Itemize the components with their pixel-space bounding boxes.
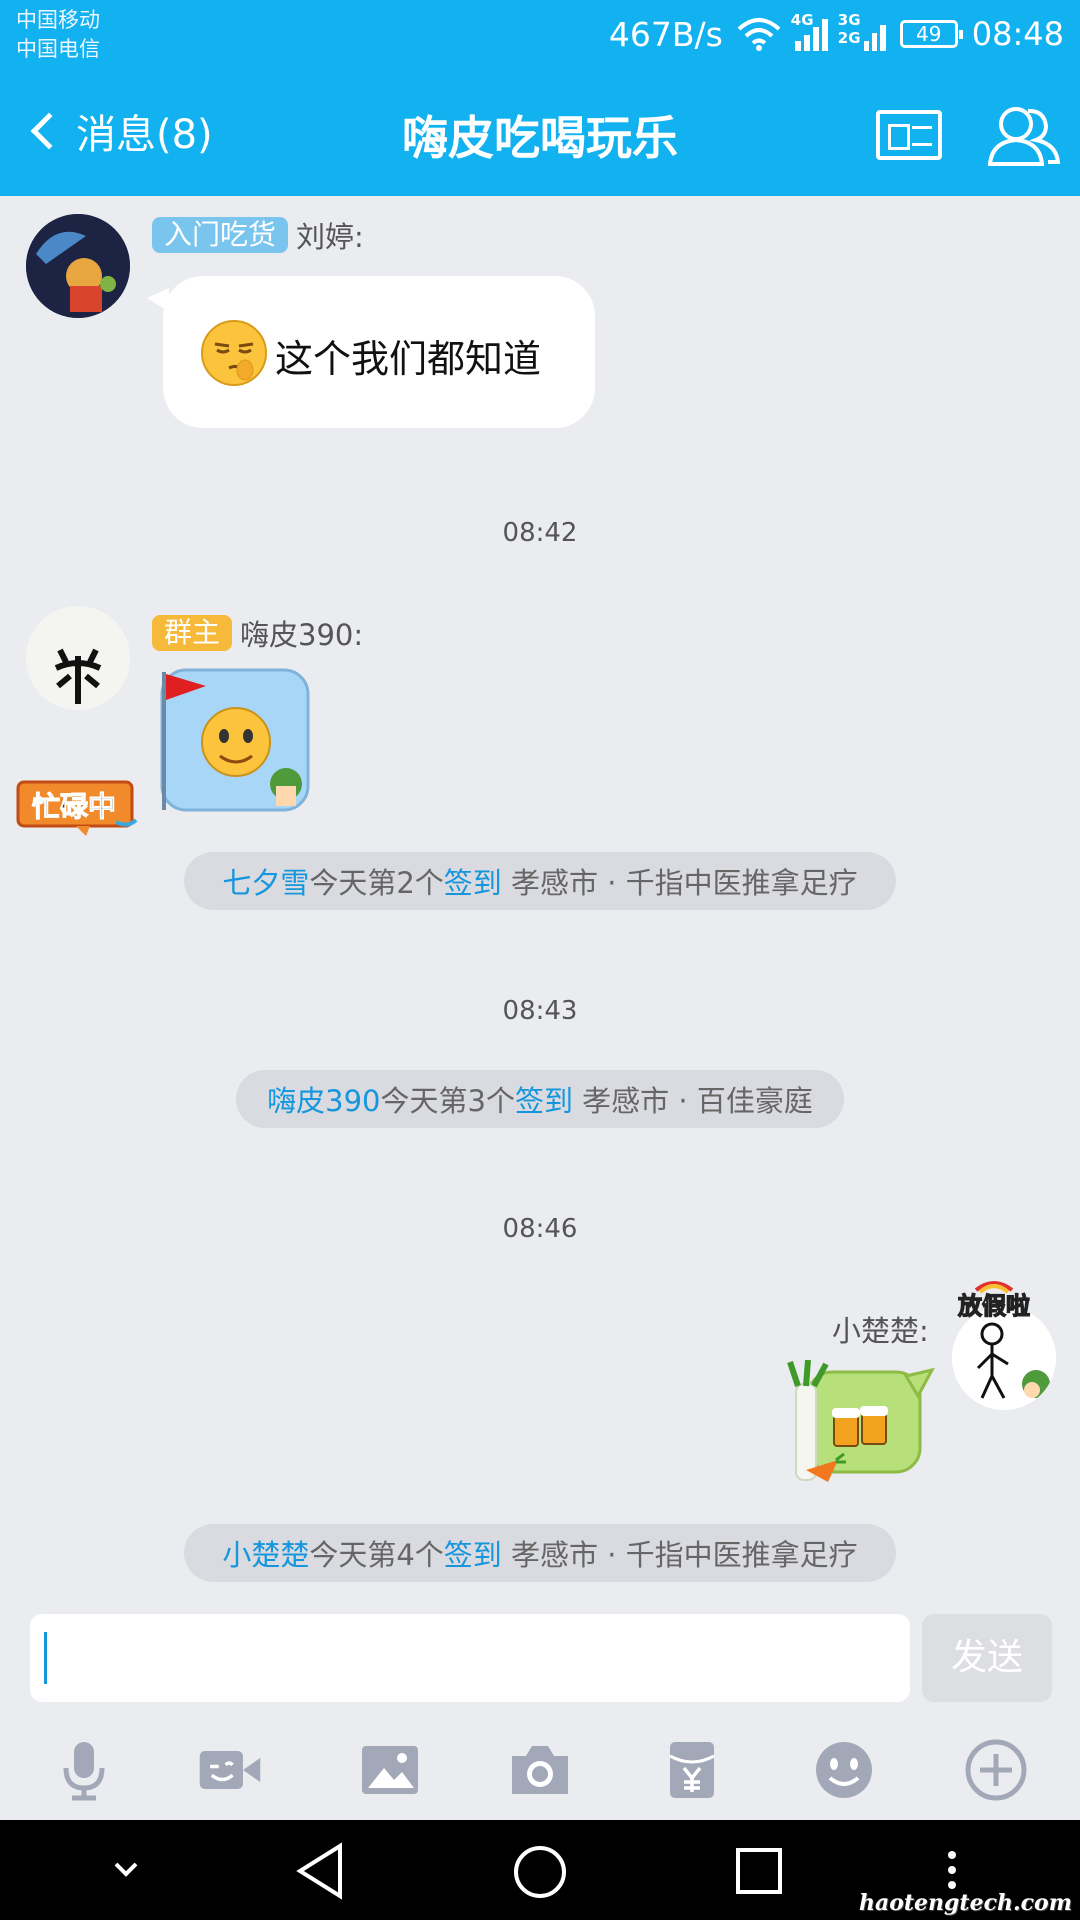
- status-tag-busy: 忙碌中: [16, 778, 140, 838]
- status-tag-holiday-text: 放假啦: [957, 1292, 1030, 1320]
- timestamp: 08:46: [502, 1214, 578, 1244]
- group-card-icon[interactable]: [876, 110, 942, 160]
- checkin-place: 孝感市 · 千指中医推拿足疗: [501, 866, 858, 900]
- owner-badge: 群主: [152, 615, 233, 651]
- sender-name: 刘婷:: [296, 220, 364, 254]
- recents-nav-icon[interactable]: [734, 1846, 784, 1896]
- sender-name: 嗨皮390:: [240, 618, 364, 652]
- plus-icon[interactable]: [964, 1738, 1028, 1802]
- checkin-action-link[interactable]: 签到: [515, 1078, 573, 1120]
- checkin-notice[interactable]: 七夕雪 今天第2个 签到 孝感市 · 千指中医推拿足疗: [184, 852, 896, 910]
- emoji-icon[interactable]: [812, 1738, 876, 1802]
- text-caret: [44, 1632, 47, 1684]
- message-text: 这个我们都知道: [275, 337, 542, 381]
- checkin-user-link[interactable]: 小楚楚: [222, 1532, 309, 1574]
- avatar-liuting[interactable]: [26, 214, 130, 318]
- watermark: haotengtech.com: [858, 1890, 1072, 1916]
- avatar-haipi390[interactable]: [26, 606, 130, 710]
- clock: 08:48: [971, 15, 1064, 53]
- network-speed: 467B/s: [608, 14, 723, 54]
- status-tag-holiday: 放假啦: [946, 1276, 1042, 1321]
- sender-line-xiaochuchu: 小楚楚:: [832, 1308, 929, 1350]
- system-nav-bar: haotengtech.com: [0, 1820, 1080, 1920]
- net-type-4g: 4G: [790, 11, 814, 29]
- message-bubble[interactable]: 这个我们都知道: [147, 276, 595, 428]
- title-bar: 消息(8) 嗨皮吃喝玩乐: [0, 68, 1080, 196]
- member-level-badge: 入门吃货: [152, 217, 289, 253]
- wifi-icon: [737, 18, 781, 51]
- send-button[interactable]: 发送: [922, 1614, 1052, 1702]
- hide-keyboard-icon[interactable]: [112, 1860, 140, 1878]
- status-tag-busy-text: 忙碌中: [32, 790, 116, 823]
- timestamp: 08:43: [502, 996, 578, 1026]
- sender-name: 小楚楚:: [832, 1314, 929, 1348]
- checkin-notice[interactable]: 小楚楚 今天第4个 签到 孝感市 · 千指中医推拿足疗: [184, 1524, 896, 1582]
- input-bar: 发送: [0, 1600, 1080, 1820]
- chat-area[interactable]: 入门吃货 刘婷: 这个我们都知道 08:42 忙碌中 群主 嗨皮390: 七夕雪…: [0, 196, 1080, 1600]
- checkin-user-link[interactable]: 嗨皮390: [267, 1078, 380, 1120]
- status-bar: 中国移动 中国电信 467B/s 4G 3G 2G 49 08:48: [0, 0, 1080, 68]
- signal-3g2g-icon: 3G 2G: [838, 11, 886, 51]
- camera-icon[interactable]: [508, 1738, 572, 1802]
- avatar-xiaochuchu[interactable]: [952, 1306, 1056, 1410]
- checkin-place: 孝感市 · 千指中医推拿足疗: [501, 1538, 858, 1572]
- carrier-2: 中国电信: [16, 37, 100, 61]
- checkin-place: 孝感市 · 百佳豪庭: [572, 1084, 813, 1118]
- carrier-names: 中国移动 中国电信: [16, 6, 100, 64]
- carrier-1: 中国移动: [16, 8, 100, 32]
- back-nav-icon[interactable]: [294, 1842, 346, 1900]
- checkin-action-link[interactable]: 签到: [444, 1532, 502, 1574]
- video-icon[interactable]: [198, 1738, 262, 1802]
- net-type-2g: 2G: [837, 29, 861, 47]
- more-vertical-icon[interactable]: [946, 1850, 958, 1890]
- net-type-3g: 3G: [837, 11, 861, 29]
- timestamp: 08:42: [502, 518, 578, 548]
- message-input[interactable]: [30, 1614, 910, 1702]
- smiley-flag-sticker[interactable]: [158, 666, 314, 816]
- sender-line-haipi390: 群主 嗨皮390:: [152, 612, 363, 654]
- battery-icon: 49: [899, 20, 963, 48]
- checkin-action-link[interactable]: 签到: [444, 860, 502, 902]
- red-packet-icon[interactable]: [660, 1738, 724, 1802]
- checkin-count: 今天第2个: [309, 866, 444, 900]
- checkin-notice[interactable]: 嗨皮390 今天第3个 签到 孝感市 · 百佳豪庭: [236, 1070, 844, 1128]
- group-members-icon[interactable]: [986, 102, 1060, 168]
- sender-line-liuting: 入门吃货 刘婷:: [152, 214, 364, 256]
- signal-4g-icon: 4G: [791, 11, 828, 51]
- mic-icon[interactable]: [52, 1738, 116, 1802]
- checkin-count: 今天第4个: [309, 1538, 444, 1572]
- beer-leek-sticker[interactable]: [786, 1359, 936, 1496]
- checkin-count: 今天第3个: [380, 1084, 515, 1118]
- checkin-user-link[interactable]: 七夕雪: [222, 860, 309, 902]
- home-nav-icon[interactable]: [512, 1844, 568, 1900]
- smirk-emoji-icon: [201, 320, 267, 386]
- image-icon[interactable]: [358, 1738, 422, 1802]
- status-indicators: 467B/s 4G 3G 2G 49 08:48: [608, 11, 1064, 56]
